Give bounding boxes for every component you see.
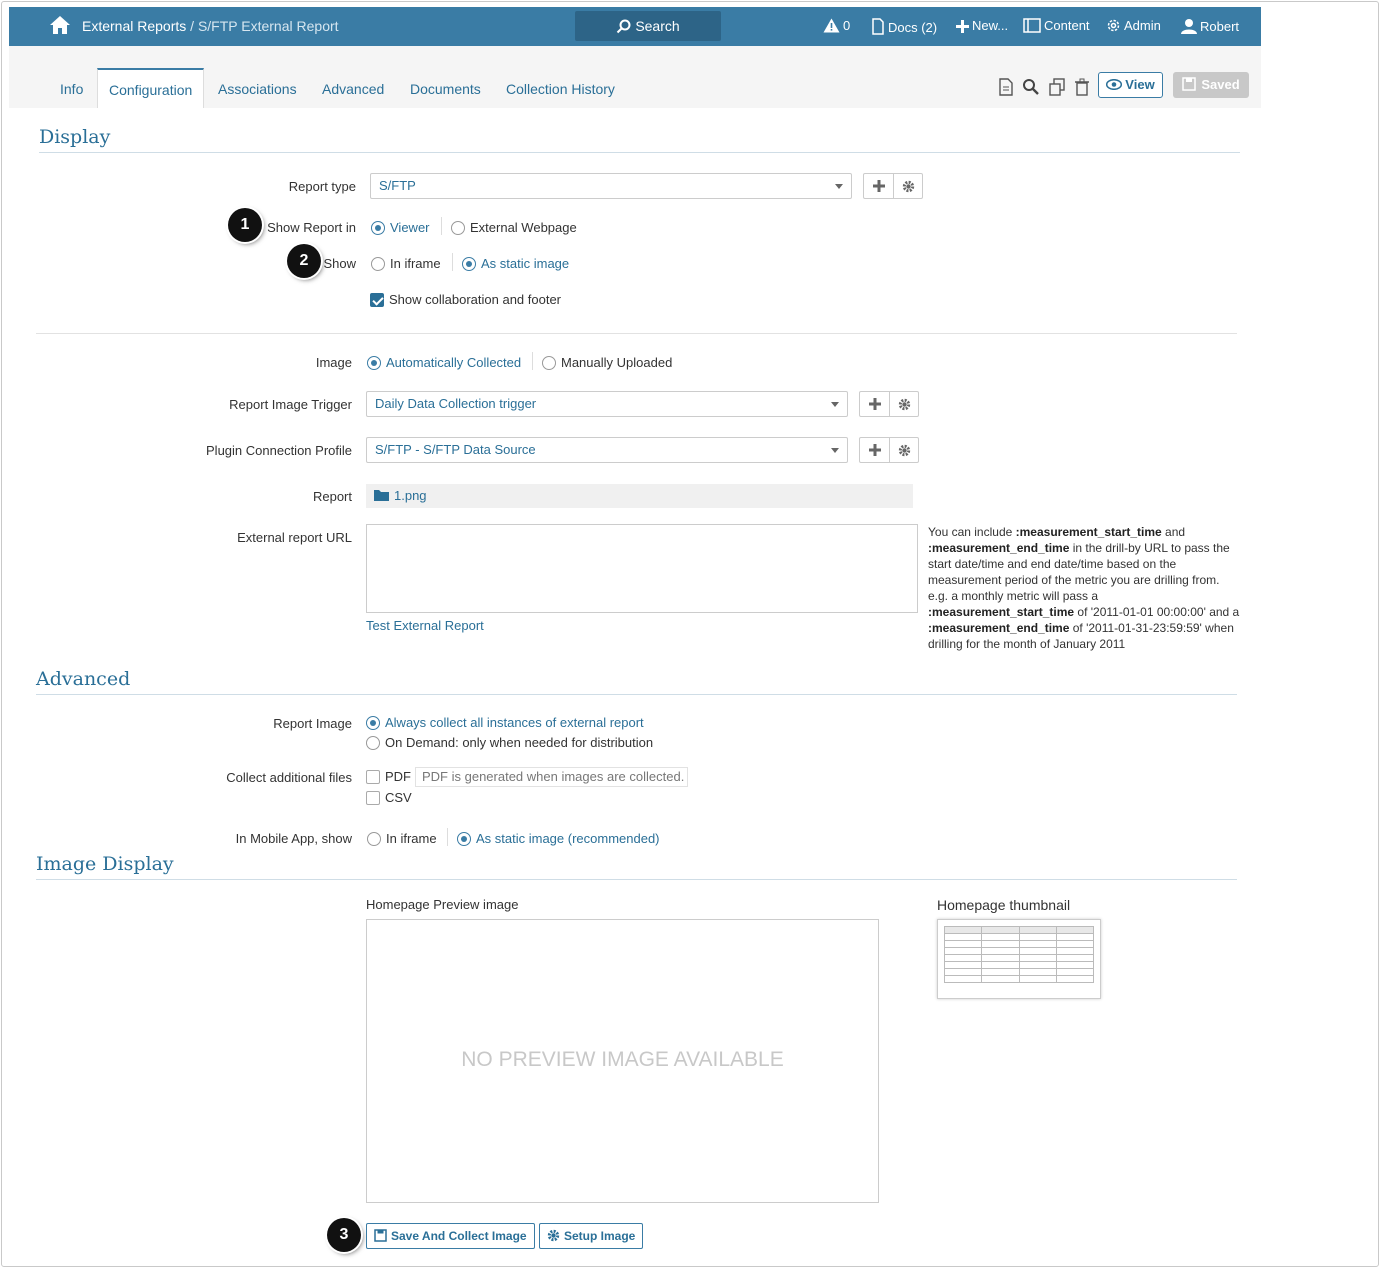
show-label: Show bbox=[323, 256, 356, 271]
add-icon[interactable] bbox=[860, 392, 889, 416]
auto-collected-radio[interactable]: Automatically Collected bbox=[367, 355, 521, 370]
chevron-down-icon bbox=[831, 402, 839, 407]
trash-icon[interactable] bbox=[1073, 78, 1091, 96]
gear-icon bbox=[1107, 19, 1120, 32]
gear-icon bbox=[547, 1229, 560, 1242]
report-file[interactable]: 1.png bbox=[366, 484, 913, 508]
user-menu-button[interactable]: Robert bbox=[1181, 18, 1239, 34]
add-icon[interactable] bbox=[864, 174, 893, 198]
homepage-preview-label: Homepage Preview image bbox=[366, 897, 519, 912]
gear-icon[interactable] bbox=[889, 438, 918, 462]
eye-icon bbox=[1106, 78, 1123, 91]
admin-button[interactable]: Admin bbox=[1106, 18, 1161, 33]
report-label: Report bbox=[312, 489, 352, 504]
advanced-section-title: Advanced bbox=[36, 668, 131, 690]
callout-badge-1: 1 bbox=[228, 208, 262, 242]
mobile-iframe-radio[interactable]: In iframe bbox=[367, 831, 437, 846]
tab-collection-history[interactable]: Collection History bbox=[506, 81, 615, 97]
gear-icon[interactable] bbox=[889, 392, 918, 416]
save-and-collect-image-button[interactable]: Save And Collect Image bbox=[366, 1223, 535, 1249]
test-external-report-link[interactable]: Test External Report bbox=[366, 618, 484, 633]
add-icon[interactable] bbox=[860, 438, 889, 462]
external-webpage-radio[interactable]: External Webpage bbox=[451, 220, 577, 235]
divider bbox=[36, 333, 1237, 334]
homepage-preview-image: NO PREVIEW IMAGE AVAILABLE bbox=[366, 919, 879, 1203]
document-icon bbox=[872, 18, 884, 35]
pdf-checkbox[interactable]: PDF bbox=[366, 769, 411, 784]
report-type-label: Report type bbox=[288, 179, 356, 194]
tab-bar: Info Configuration Associations Advanced… bbox=[9, 46, 1261, 108]
divider bbox=[39, 152, 1240, 153]
tab-configuration[interactable]: Configuration bbox=[97, 68, 205, 108]
image-display-section-title: Image Display bbox=[36, 853, 174, 875]
divider bbox=[36, 879, 1237, 880]
divider bbox=[36, 694, 1237, 695]
external-report-url-input[interactable] bbox=[366, 524, 918, 613]
mobile-app-show-label: In Mobile App, show bbox=[235, 831, 352, 846]
always-collect-radio[interactable]: Always collect all instances of external… bbox=[366, 715, 644, 730]
csv-checkbox[interactable]: CSV bbox=[366, 790, 412, 805]
image-label: Image bbox=[315, 355, 352, 370]
docs-button[interactable]: Docs (2) bbox=[871, 18, 937, 35]
top-navigation-bar: External Reports / S/FTP External Report… bbox=[9, 7, 1261, 46]
new-menu-button[interactable]: New... bbox=[956, 18, 1008, 33]
viewer-radio[interactable]: Viewer bbox=[371, 220, 430, 235]
warning-icon bbox=[823, 18, 840, 33]
no-preview-text: NO PREVIEW IMAGE AVAILABLE bbox=[461, 1048, 784, 1071]
document-icon[interactable] bbox=[997, 78, 1015, 96]
home-icon[interactable] bbox=[49, 15, 71, 35]
breadcrumb-parent[interactable]: External Reports bbox=[82, 18, 186, 34]
homepage-thumbnail-image bbox=[937, 919, 1101, 999]
report-type-select[interactable]: S/FTP bbox=[370, 173, 852, 199]
folder-icon bbox=[374, 490, 389, 501]
user-icon bbox=[1181, 19, 1197, 34]
search-icon bbox=[617, 19, 631, 34]
content-window-icon bbox=[1023, 18, 1041, 33]
plus-icon bbox=[956, 20, 969, 33]
search-icon[interactable] bbox=[1022, 78, 1040, 96]
callout-badge-3: 3 bbox=[327, 1218, 361, 1252]
on-demand-radio[interactable]: On Demand: only when needed for distribu… bbox=[366, 735, 653, 750]
pdf-note: PDF is generated when images are collect… bbox=[415, 767, 688, 787]
show-iframe-radio[interactable]: In iframe bbox=[371, 256, 441, 271]
trigger-actions bbox=[859, 391, 919, 417]
report-type-actions bbox=[863, 173, 923, 199]
setup-image-button[interactable]: Setup Image bbox=[539, 1223, 644, 1249]
chevron-down-icon bbox=[835, 184, 843, 189]
url-help-text: You can include :measurement_start_time … bbox=[928, 525, 1240, 651]
app-window: External Reports / S/FTP External Report… bbox=[1, 1, 1379, 1267]
plugin-connection-profile-select[interactable]: S/FTP - S/FTP Data Source bbox=[366, 437, 848, 463]
collab-footer-checkbox[interactable]: Show collaboration and footer bbox=[370, 292, 561, 307]
report-image-trigger-label: Report Image Trigger bbox=[229, 397, 352, 412]
homepage-thumbnail-label: Homepage thumbnail bbox=[937, 897, 1071, 913]
report-image-label: Report Image bbox=[273, 716, 352, 731]
save-icon bbox=[374, 1229, 387, 1242]
gear-icon[interactable] bbox=[893, 174, 922, 198]
breadcrumb-current: S/FTP External Report bbox=[197, 18, 339, 34]
breadcrumb: External Reports / S/FTP External Report bbox=[82, 18, 339, 34]
show-report-in-label: Show Report in bbox=[267, 220, 356, 235]
alerts-button[interactable]: 0 bbox=[823, 18, 850, 33]
report-image-trigger-select[interactable]: Daily Data Collection trigger bbox=[366, 391, 848, 417]
copy-icon[interactable] bbox=[1048, 78, 1066, 96]
save-icon bbox=[1182, 77, 1197, 91]
manually-uploaded-radio[interactable]: Manually Uploaded bbox=[542, 355, 672, 370]
plugin-connection-profile-label: Plugin Connection Profile bbox=[206, 443, 352, 458]
saved-button[interactable]: Saved bbox=[1173, 72, 1249, 98]
tab-documents[interactable]: Documents bbox=[410, 81, 481, 97]
search-button[interactable]: Search bbox=[575, 11, 721, 41]
tab-associations[interactable]: Associations bbox=[218, 81, 297, 97]
tab-advanced[interactable]: Advanced bbox=[322, 81, 384, 97]
mobile-static-image-radio[interactable]: As static image (recommended) bbox=[457, 831, 660, 846]
show-static-image-radio[interactable]: As static image bbox=[462, 256, 569, 271]
tab-info[interactable]: Info bbox=[60, 81, 83, 97]
collect-additional-files-label: Collect additional files bbox=[226, 770, 352, 785]
view-button[interactable]: View bbox=[1098, 72, 1163, 98]
callout-badge-2: 2 bbox=[287, 244, 321, 278]
chevron-down-icon bbox=[831, 448, 839, 453]
profile-actions bbox=[859, 437, 919, 463]
content-button[interactable]: Content bbox=[1023, 18, 1090, 33]
external-report-url-label: External report URL bbox=[237, 530, 352, 545]
display-section-title: Display bbox=[39, 126, 111, 148]
